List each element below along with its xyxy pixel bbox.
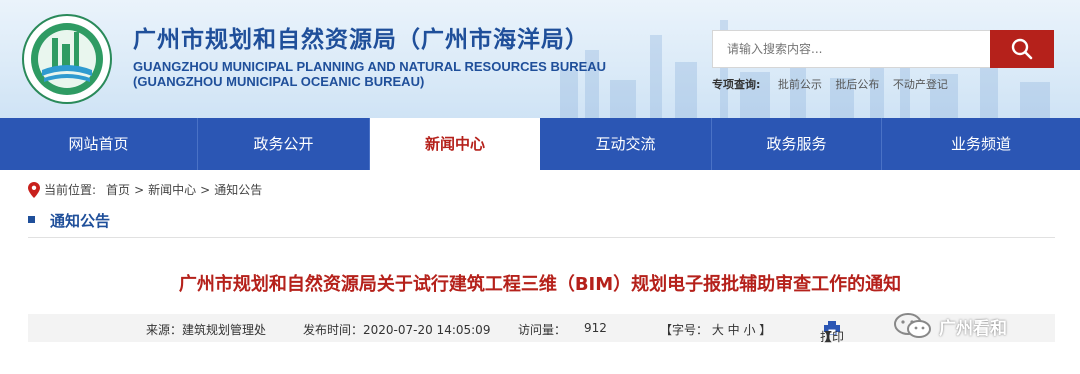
breadcrumb-prefix: 当前位置: [44,183,97,197]
special-query-label: 专项查询: [712,78,761,91]
article-views-label: 访问量： [518,323,567,337]
breadcrumb-separator: > [200,182,211,197]
special-query-bar: 专项查询: 批前公示 批后公布 不动产登记 [712,76,958,92]
wechat-icon [894,313,931,338]
breadcrumb-separator: > [134,182,145,197]
site-title-en-line2: (GUANGZHOU MUNICIPAL OCEANIC BUREAU) [133,74,425,89]
search-input[interactable] [712,30,990,68]
site-header: 广州市规划和自然资源局（广州市海洋局） GUANGZHOU MUNICIPAL … [0,0,1080,118]
section-heading: 通知公告 [28,205,1055,238]
site-title-cn: 广州市规划和自然资源局（广州市海洋局） [133,27,589,53]
nav-item-government-affairs[interactable]: 政务公开 [198,118,370,170]
breadcrumb: 当前位置: 首页 > 新闻中心 > 通知公告 [28,181,262,198]
article-views-count: 912 [584,321,607,335]
search-icon [1011,38,1033,60]
site-title-en-line1: GUANGZHOU MUNICIPAL PLANNING AND NATURAL… [133,59,607,74]
search-button[interactable] [990,30,1054,68]
font-size-switcher[interactable]: 【字号： 大 中 小 】 [660,321,771,338]
location-pin-icon [28,181,40,198]
article-publish-time: 发布时间：2020-07-20 14:05:09 [303,323,491,337]
nav-item-news-center[interactable]: 新闻中心 [370,118,540,170]
special-query-link-postpublic[interactable]: 批后公布 [835,78,879,91]
print-button[interactable]: 【 打印 】 [820,321,844,344]
section-title: 通知公告 [50,212,111,230]
breadcrumb-item-home[interactable]: 首页 [106,181,130,198]
nav-item-business-channel[interactable]: 业务频道 [882,118,1080,170]
section-bullet-icon [28,216,35,223]
nav-item-interaction[interactable]: 互动交流 [540,118,712,170]
nav-item-services[interactable]: 政务服务 [712,118,882,170]
article-source: 来源：建筑规划管理处 [146,323,267,337]
special-query-link-prepublic[interactable]: 批前公示 [778,78,822,91]
wechat-watermark: 广州看和 [893,312,1007,340]
main-nav: 网站首页 政务公开 新闻中心 互动交流 政务服务 业务频道 [0,118,1080,170]
breadcrumb-item-news-center[interactable]: 新闻中心 [148,181,196,198]
article-title: 广州市规划和自然资源局关于试行建筑工程三维（BIM）规划电子报批辅助审查工作的通… [178,274,902,295]
site-title-en: GUANGZHOU MUNICIPAL PLANNING AND NATURAL… [133,59,613,89]
breadcrumb-item-notices[interactable]: 通知公告 [214,181,262,198]
print-close-bracket: 】 [824,330,837,344]
watermark-text: 广州看和 [939,318,1007,339]
bureau-emblem-icon[interactable] [22,14,112,104]
nav-item-home[interactable]: 网站首页 [0,118,198,170]
special-query-link-realestate[interactable]: 不动产登记 [893,78,948,91]
